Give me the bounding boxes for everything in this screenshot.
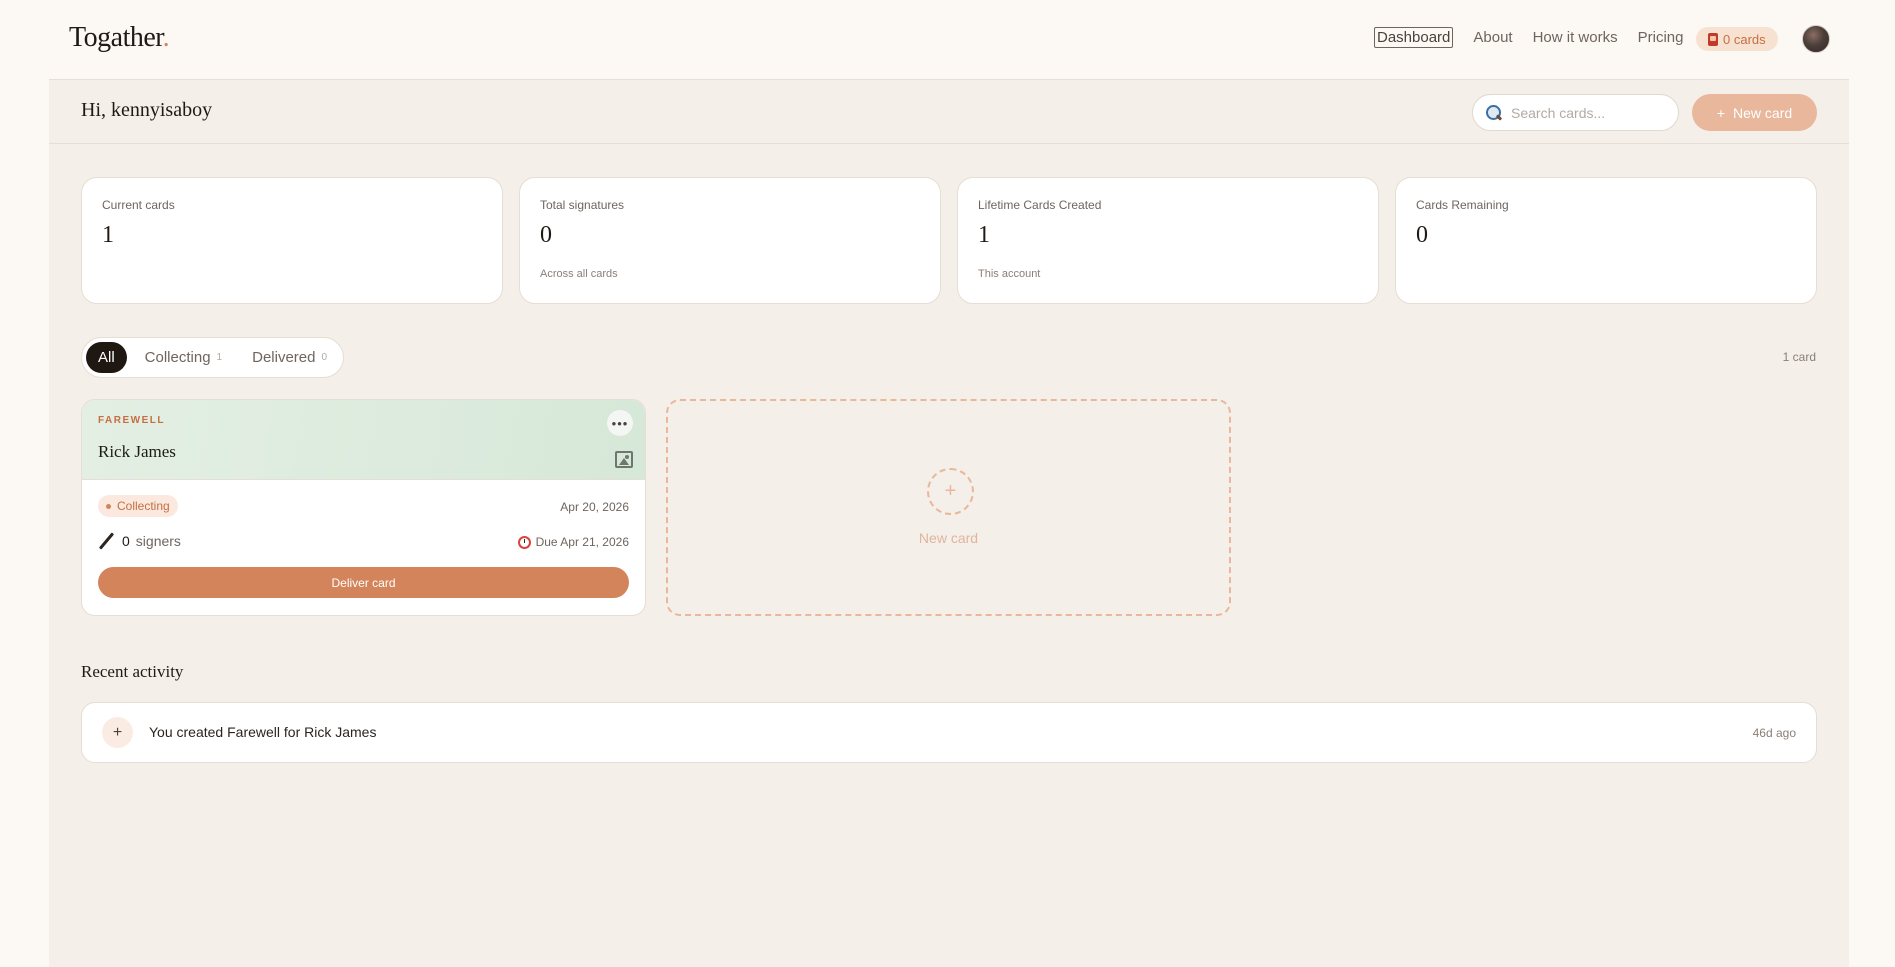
card-type: FAREWELL	[98, 415, 165, 426]
greeting: Hi, kennyisaboy	[81, 99, 213, 121]
image-icon[interactable]	[615, 451, 633, 468]
signers-count: 0 signers	[98, 532, 181, 550]
card-date: Apr 20, 2026	[560, 500, 629, 514]
card-count-label: 1 card	[1782, 350, 1816, 364]
tab-label: All	[98, 349, 115, 366]
more-options-button[interactable]: •••	[607, 410, 633, 436]
status-badge: Collecting	[98, 495, 178, 517]
card-rick-james[interactable]: FAREWELL Rick James ••• Collecting Apr 2…	[81, 399, 646, 616]
activity-time: 46d ago	[1752, 726, 1796, 740]
activity-item[interactable]: + You created Farewell for Rick James 46…	[81, 702, 1817, 763]
stat-label: Cards Remaining	[1416, 198, 1509, 212]
alarm-clock-icon	[517, 535, 531, 549]
avatar[interactable]	[1802, 25, 1830, 53]
recent-activity-title: Recent activity	[81, 662, 184, 681]
new-card-button[interactable]: + New card	[1692, 94, 1817, 131]
top-bar: Togather. Dashboard About How it works P…	[0, 0, 1895, 79]
search-input[interactable]	[1511, 104, 1661, 121]
tab-label: Delivered	[252, 349, 316, 366]
new-card-label: New card	[918, 530, 979, 546]
card-title: Rick James	[98, 442, 176, 461]
new-card-tile[interactable]: + New card	[666, 399, 1231, 616]
nav-how-it-works[interactable]: How it works	[1533, 29, 1618, 46]
nav-pricing[interactable]: Pricing	[1638, 29, 1684, 46]
status-dot	[106, 503, 111, 509]
stat-label: Current cards	[102, 198, 175, 212]
tab-label: Collecting	[144, 349, 211, 366]
stats-row: Current cards 1 Total signatures 0 Acros…	[81, 177, 1817, 304]
tab-all[interactable]: All	[86, 342, 127, 373]
nav-about[interactable]: About	[1473, 29, 1512, 46]
signers-number: 0	[122, 533, 130, 549]
search-box[interactable]	[1472, 94, 1679, 131]
status-label: Collecting	[117, 499, 170, 513]
card-icon	[1708, 32, 1718, 46]
stat-value: 0	[540, 222, 552, 248]
search-icon	[1485, 104, 1503, 122]
dashboard-panel: Hi, kennyisaboy + New card Current cards…	[49, 79, 1849, 967]
new-card-button-label: New card	[1733, 104, 1793, 121]
cards-count-label: 0 cards	[1723, 31, 1766, 47]
filter-tabs: All Collecting 1 Delivered 0	[81, 337, 345, 378]
stat-label: Total signatures	[540, 198, 625, 212]
due-date-label: Due Apr 21, 2026	[535, 535, 629, 549]
logo[interactable]: Togather.	[69, 22, 170, 54]
tab-count: 0	[321, 352, 328, 363]
stat-sublabel: Across all cards	[540, 268, 618, 280]
cards-count-pill[interactable]: 0 cards	[1696, 27, 1778, 51]
tab-count: 1	[216, 352, 223, 363]
due-date: Due Apr 21, 2026	[517, 535, 629, 549]
stat-current-cards: Current cards 1	[81, 177, 503, 304]
stat-value: 0	[1416, 222, 1428, 248]
stat-value: 1	[102, 222, 114, 248]
plus-icon: +	[102, 717, 133, 748]
activity-text: You created Farewell for Rick James	[149, 724, 377, 740]
dashboard-header: Hi, kennyisaboy + New card	[49, 80, 1849, 144]
nav-dashboard[interactable]: Dashboard	[1374, 27, 1454, 48]
stat-cards-remaining: Cards Remaining 0	[1395, 177, 1817, 304]
card-header: FAREWELL Rick James •••	[82, 400, 645, 480]
plus-icon: +	[1716, 104, 1726, 121]
stat-value: 1	[978, 222, 990, 248]
plus-circle-icon: +	[927, 468, 974, 515]
deliver-card-button[interactable]: Deliver card	[98, 567, 629, 598]
pen-icon	[98, 532, 116, 550]
stat-label: Lifetime Cards Created	[978, 198, 1102, 212]
stat-sublabel: This account	[978, 268, 1041, 280]
tab-collecting[interactable]: Collecting 1	[133, 342, 234, 373]
stat-lifetime-cards: Lifetime Cards Created 1 This account	[957, 177, 1379, 304]
tab-delivered[interactable]: Delivered 0	[240, 342, 339, 373]
signers-label: signers	[135, 533, 181, 549]
main-nav: Dashboard About How it works Pricing	[1374, 27, 1683, 48]
stat-total-signatures: Total signatures 0 Across all cards	[519, 177, 941, 304]
